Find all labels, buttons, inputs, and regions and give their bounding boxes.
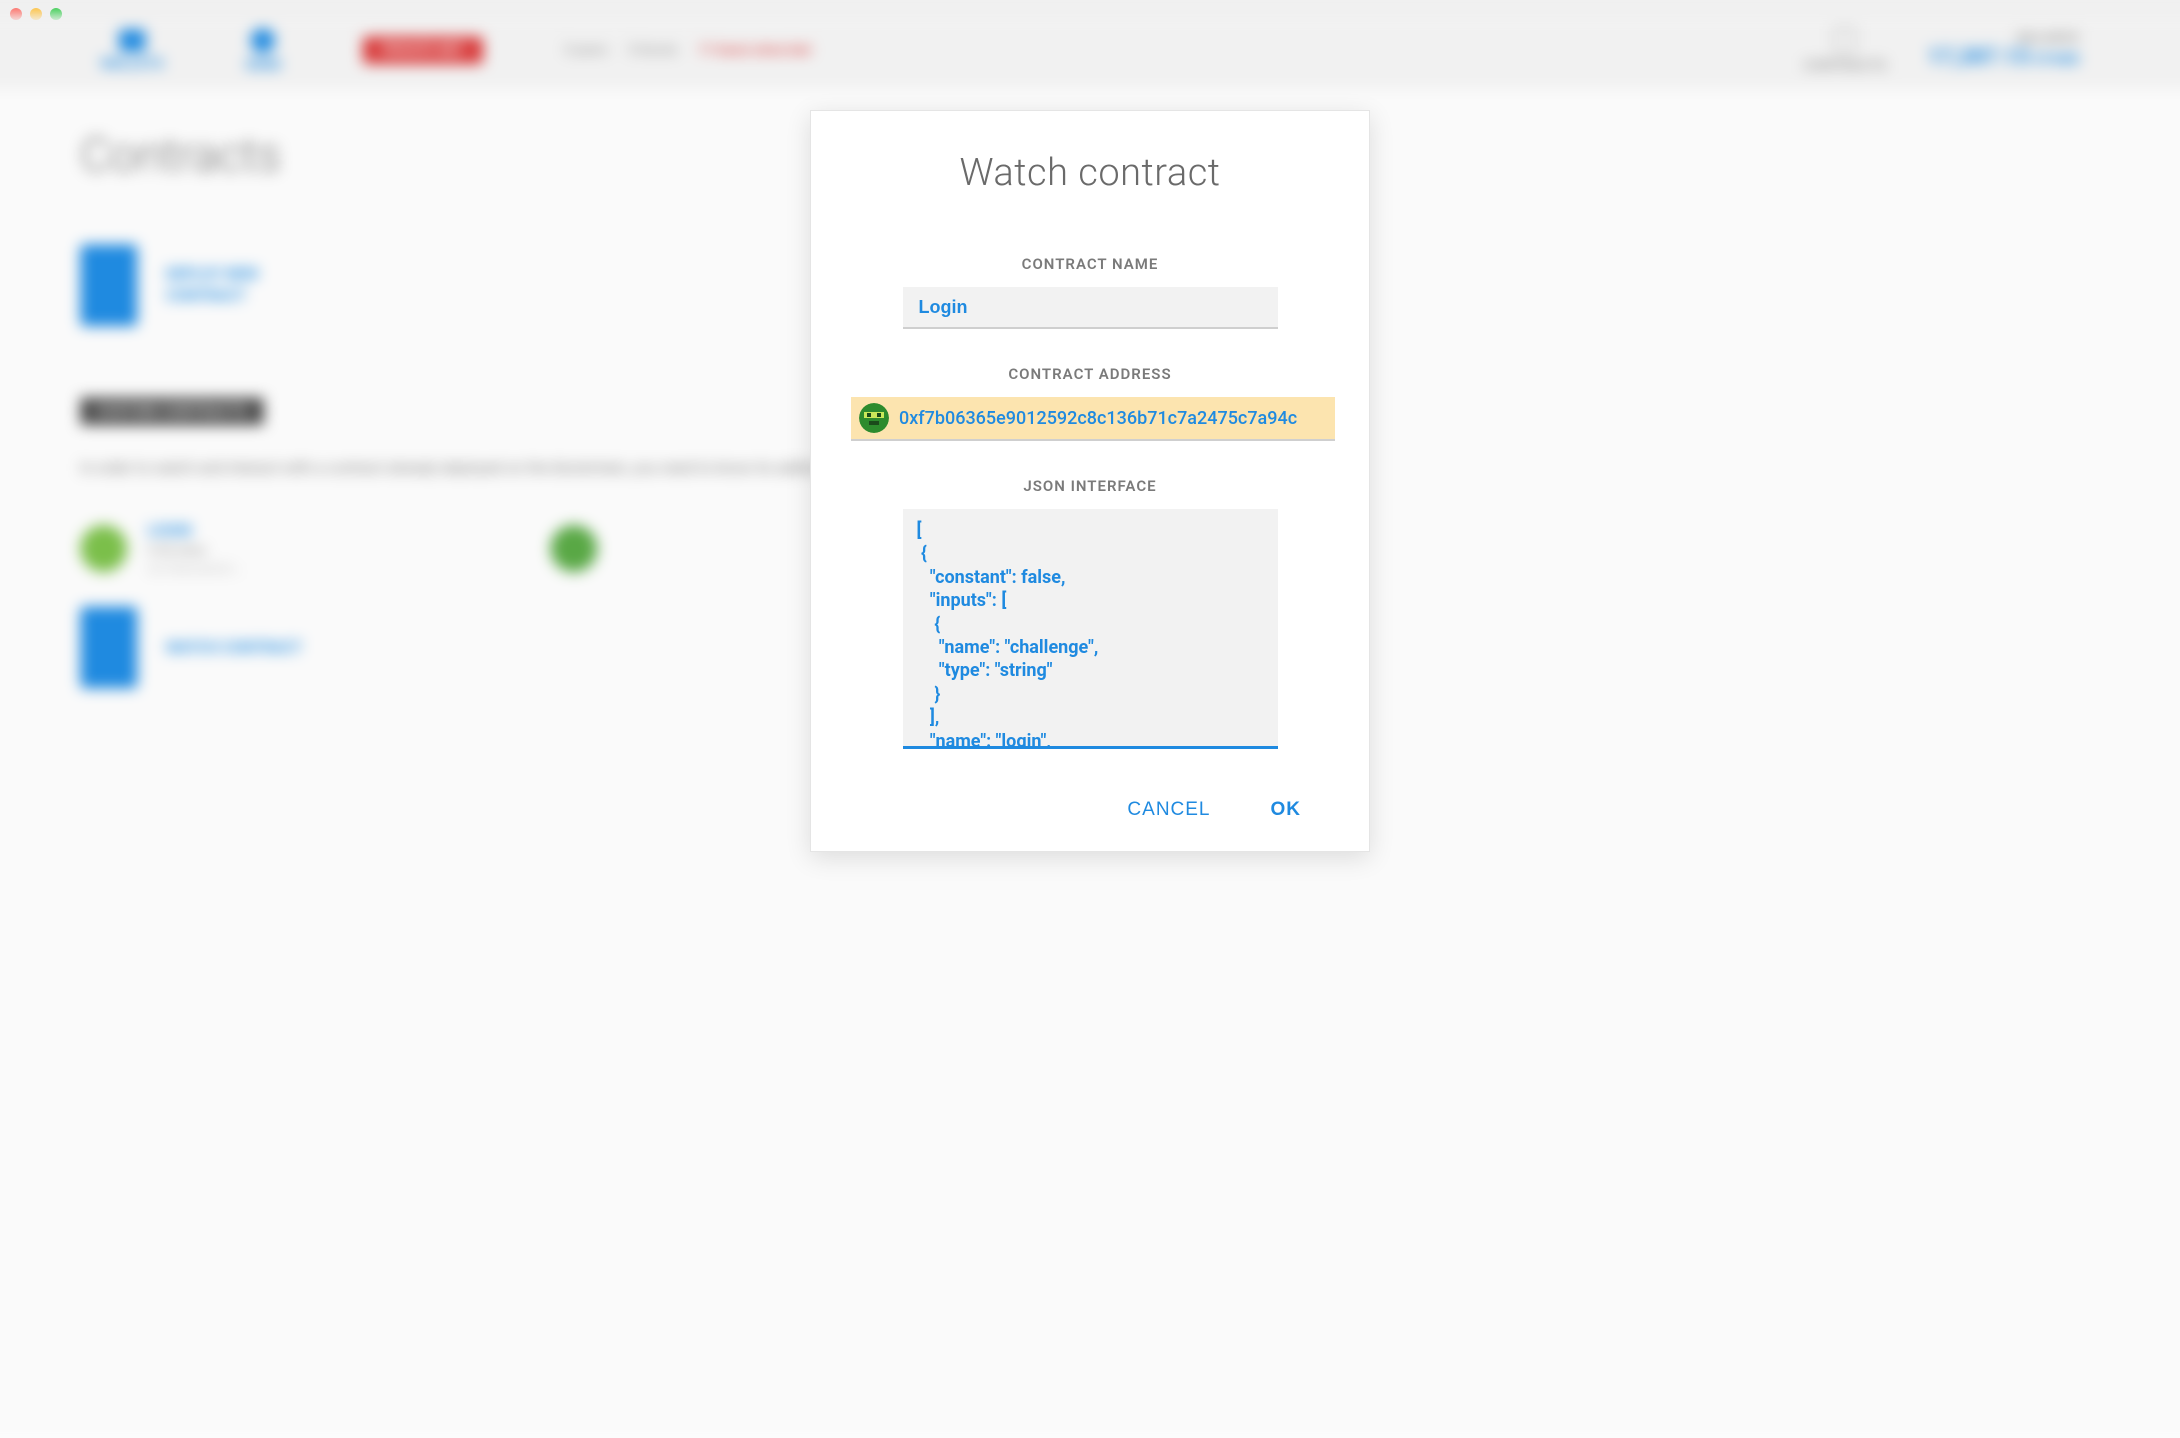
balance-display: BALANCE 17,287.13 ETHER [1927,30,2079,70]
custom-contracts-heading: CUSTOM CONTRACTS [80,398,264,426]
cancel-button[interactable]: CANCEL [1127,799,1210,821]
contract-name-label: CONTRACT NAME [851,255,1329,273]
sync-status: 0 peers 0 blocks 11 hours since last [565,43,811,58]
network-pill: PRIVATE-NET [363,36,483,64]
contract-address-label: CONTRACT ADDRESS [851,365,1329,383]
address-identicon-icon [859,403,889,433]
nav-contracts: CONTRACTS [1803,27,1886,74]
modal-actions: CANCEL OK [851,799,1329,821]
contract-card-other [551,521,598,576]
watch-icon [80,607,137,689]
contract-address-input[interactable] [899,408,1327,429]
identicon-icon [551,525,598,572]
nav-send: SEND [245,28,281,73]
identicon-icon [80,525,127,572]
nav-wallets: WALLETS [101,29,164,72]
json-interface-textarea[interactable] [903,509,1278,749]
modal-title: Watch contract [851,151,1329,195]
contract-address-row [851,397,1335,441]
contract-card-login: LOGIN 0.00 ether 0xF7B06365E901... [80,521,244,576]
ok-button[interactable]: OK [1271,799,1302,821]
send-icon [251,28,275,52]
deploy-icon [80,245,137,327]
contract-name-input[interactable] [903,287,1278,329]
watch-contract-modal: Watch contract CONTRACT NAME CONTRACT AD… [810,110,1370,852]
contract-icon [1834,27,1856,54]
json-interface-label: JSON INTERFACE [851,477,1329,495]
wallet-icon [119,29,146,51]
